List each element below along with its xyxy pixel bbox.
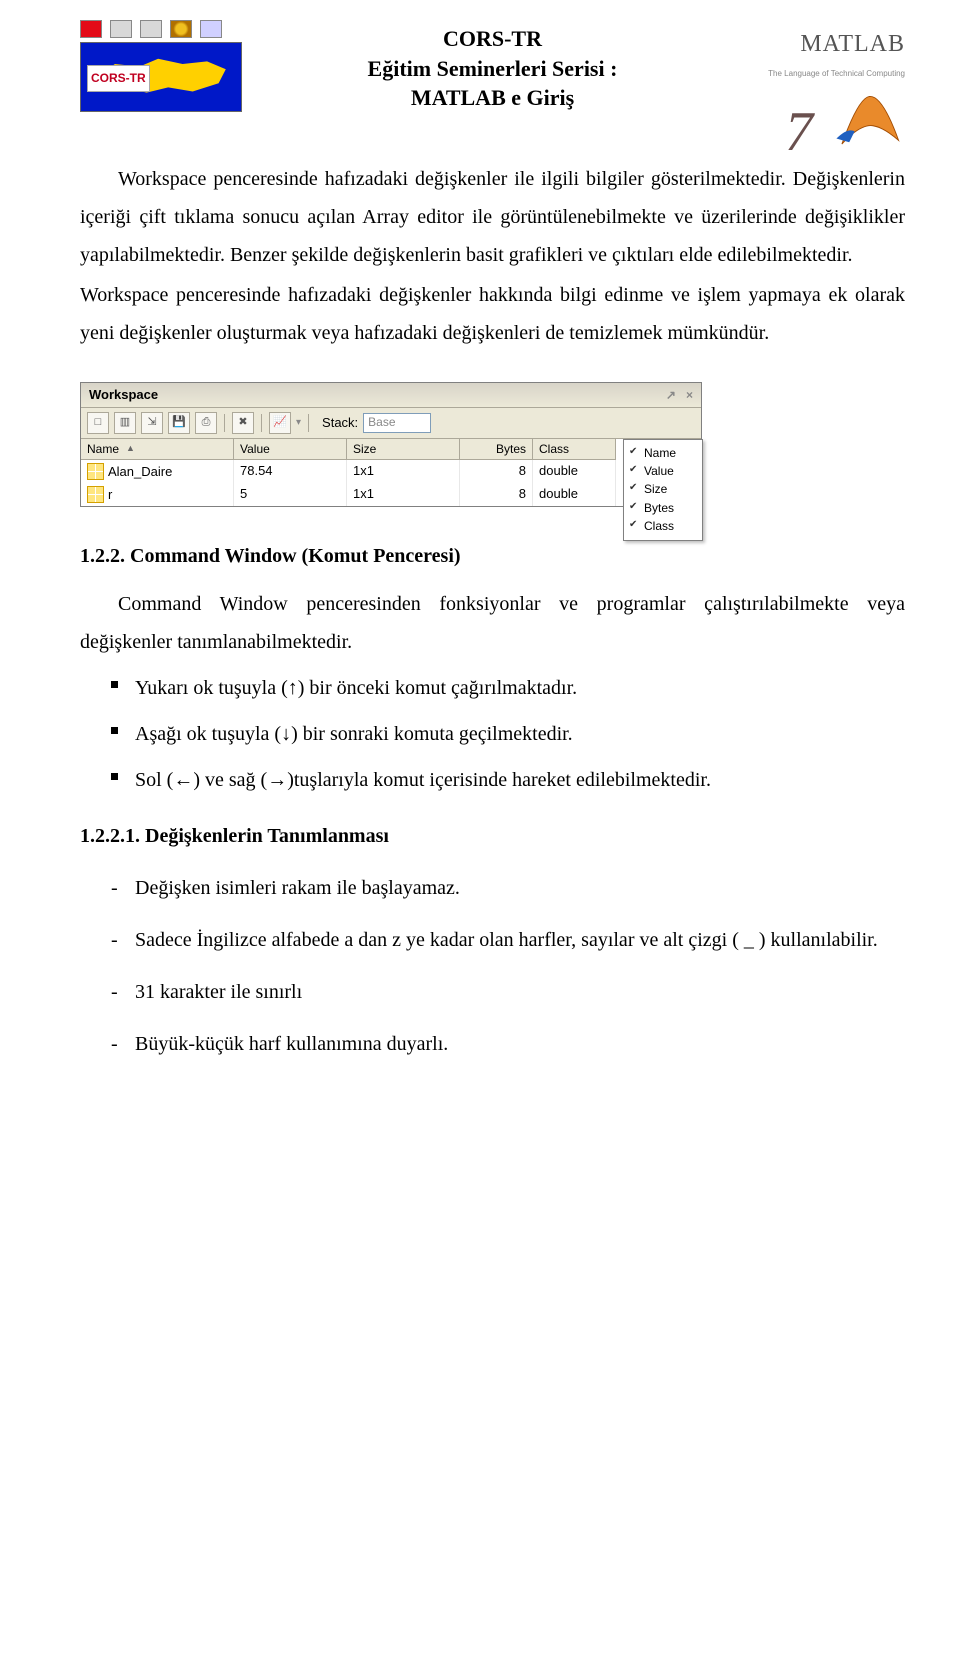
cors-tr-label: CORS-TR: [87, 65, 150, 92]
import-icon[interactable]: ⇲: [141, 412, 163, 434]
var-name: r: [108, 487, 112, 503]
print-icon[interactable]: ⎙: [195, 412, 217, 434]
ctx-item-size[interactable]: Size: [624, 480, 702, 498]
title-line-1: CORS-TR: [260, 24, 725, 54]
body-text: Workspace penceresinde hafızadaki değişk…: [80, 160, 905, 352]
workspace-window: Workspace ↗ × □ ▥ ⇲ 💾 ⎙ ✖ 📈 ▾ Stack: Bas…: [80, 382, 702, 507]
open-var-icon[interactable]: ▥: [114, 412, 136, 434]
list-item: Büyük-küçük harf kullanımına duyarlı.: [135, 1025, 905, 1063]
var-size: 1x1: [347, 460, 460, 483]
var-bytes: 8: [460, 460, 533, 483]
list-item: Aşağı ok tuşuyla (↓) bir sonraki komuta …: [135, 715, 905, 753]
var-size: 1x1: [347, 483, 460, 506]
sort-asc-icon: ▲: [126, 443, 135, 454]
badge-icon: [170, 20, 192, 38]
stack-select[interactable]: Base: [363, 413, 431, 433]
col-header-name[interactable]: Name▲: [81, 439, 234, 460]
workspace-title-text: Workspace: [89, 387, 158, 403]
var-value: 5: [234, 483, 347, 506]
var-class: double: [533, 460, 616, 483]
section-122-intro: Command Window penceresinden fonksiyonla…: [80, 585, 905, 661]
ctx-item-value[interactable]: Value: [624, 462, 702, 480]
matlab-tagline: The Language of Technical Computing: [735, 66, 905, 81]
variable-icon: [87, 463, 104, 480]
col-header-class[interactable]: Class: [533, 439, 616, 460]
new-var-icon[interactable]: □: [87, 412, 109, 434]
list-item: 31 karakter ile sınırlı: [135, 973, 905, 1011]
save-icon[interactable]: 💾: [168, 412, 190, 434]
var-class: double: [533, 483, 616, 506]
undock-icon[interactable]: ↗: [666, 388, 676, 402]
var-value: 78.54: [234, 460, 347, 483]
ctx-item-name[interactable]: Name: [624, 444, 702, 462]
close-icon[interactable]: ×: [686, 388, 693, 402]
matlab-logo: MATLAB The Language of Technical Computi…: [735, 20, 905, 130]
table-header-row: Name▲ Value Size Bytes Class: [81, 439, 701, 460]
workspace-table: Name▲ Value Size Bytes Class Alan_Daire …: [81, 439, 701, 506]
column-context-menu: Name Value Size Bytes Class: [623, 439, 703, 541]
list-item: Sol (←) ve sağ (→)tuşlarıyla komut içeri…: [135, 761, 905, 799]
org2-icon: [140, 20, 162, 38]
paragraph-1: Workspace penceresinde hafızadaki değişk…: [80, 160, 905, 274]
col-header-size[interactable]: Size: [347, 439, 460, 460]
workspace-titlebar: Workspace ↗ ×: [81, 383, 701, 408]
document-title: CORS-TR Eğitim Seminerleri Serisi : MATL…: [250, 20, 735, 113]
flag-icon: [80, 20, 102, 38]
toolbar-separator: [261, 414, 262, 432]
variable-rules-list: Değişken isimleri rakam ile başlayamaz. …: [80, 869, 905, 1063]
matlab-wordmark: MATLAB: [735, 22, 905, 68]
table-row[interactable]: r 5 1x1 8 double: [81, 483, 701, 506]
list-item: Yukarı ok tuşuyla (↑) bir önceki komut ç…: [135, 669, 905, 707]
stack-label: Stack:: [322, 415, 358, 431]
col-header-bytes[interactable]: Bytes: [460, 439, 533, 460]
section-heading-1-2-2: 1.2.2. Command Window (Komut Penceresi): [80, 537, 905, 575]
section-heading-1-2-2-1: 1.2.2.1. Değişkenlerin Tanımlanması: [80, 817, 905, 855]
list-item: Sadece İngilizce alfabede a dan z ye kad…: [135, 921, 905, 959]
table-row[interactable]: Alan_Daire 78.54 1x1 8 double: [81, 460, 701, 483]
compass-icon: [200, 20, 222, 38]
paragraph-2: Workspace penceresinde hafızadaki değişk…: [80, 276, 905, 352]
title-line-2: Eğitim Seminerleri Serisi :: [260, 54, 725, 84]
ctx-item-bytes[interactable]: Bytes: [624, 499, 702, 517]
col-header-value[interactable]: Value: [234, 439, 347, 460]
matlab-version-number: 7: [785, 79, 813, 185]
org-icon: [110, 20, 132, 38]
var-bytes: 8: [460, 483, 533, 506]
cors-tr-logo: CORS-TR: [80, 20, 250, 130]
page-header: CORS-TR CORS-TR Eğitim Seminerleri Seris…: [80, 20, 905, 130]
matlab-wave-icon: [830, 91, 905, 155]
toolbar-separator: [224, 414, 225, 432]
title-line-3: MATLAB e Giriş: [260, 83, 725, 113]
variable-icon: [87, 486, 104, 503]
delete-icon[interactable]: ✖: [232, 412, 254, 434]
ctx-item-class[interactable]: Class: [624, 517, 702, 535]
workspace-toolbar: □ ▥ ⇲ 💾 ⎙ ✖ 📈 ▾ Stack: Base: [81, 408, 701, 439]
list-item: Değişken isimleri rakam ile başlayamaz.: [135, 869, 905, 907]
dropdown-icon[interactable]: ▾: [296, 417, 301, 429]
turkey-map-icon: CORS-TR: [80, 42, 242, 112]
toolbar-separator: [308, 414, 309, 432]
arrow-key-list: Yukarı ok tuşuyla (↑) bir önceki komut ç…: [80, 669, 905, 799]
plot-icon[interactable]: 📈: [269, 412, 291, 434]
var-name: Alan_Daire: [108, 464, 172, 480]
